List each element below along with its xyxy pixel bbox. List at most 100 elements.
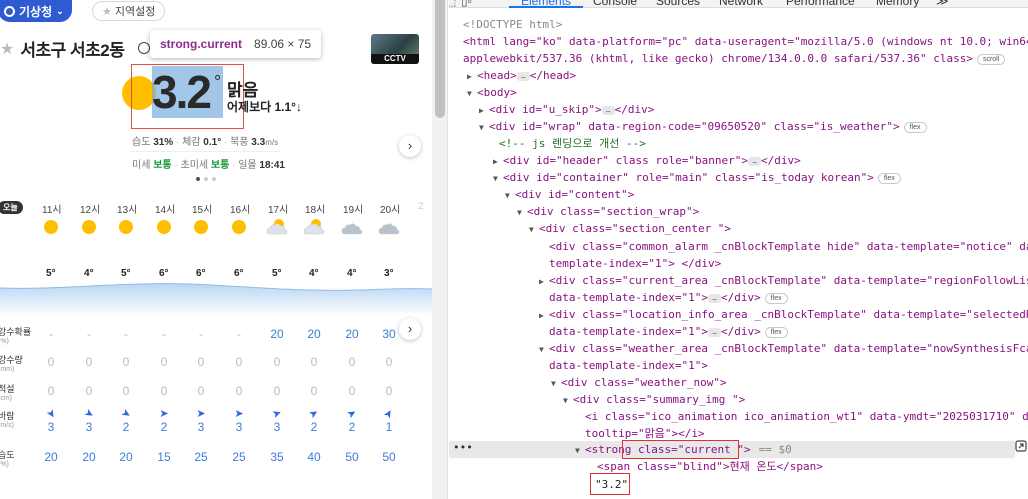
row-value: 50 (382, 450, 396, 464)
dom-weather-now-text: <div class="weather_now"> (561, 376, 727, 389)
next-arrow-button[interactable]: › (399, 135, 421, 157)
dom-div-close: </div> (720, 325, 761, 338)
hour-label: 18시 (305, 205, 326, 216)
collapse-triangle-icon[interactable]: ▼ (467, 85, 477, 102)
more-tabs-icon[interactable]: ≫ (936, 0, 949, 8)
current-location-icon[interactable] (138, 42, 150, 54)
wind-direction-label: 북풍 (230, 137, 249, 148)
dom-ico-text: <i class="ico_animation ico_animation_wt… (585, 410, 1028, 423)
row-value: 3 (197, 420, 205, 434)
device-toggle-icon[interactable]: ▯▫ (461, 0, 472, 8)
row-value: - (162, 327, 166, 341)
collapse-triangle-icon[interactable]: ▼ (551, 375, 561, 392)
dom-ico[interactable]: <i class="ico_animation ico_animation_wt… (585, 408, 1028, 425)
scroll-to-node-icon[interactable] (1015, 440, 1028, 458)
hour-temperature: 5° (46, 268, 56, 279)
hour-label: 11시 (42, 205, 62, 216)
inspect-tooltip: strong.current 89.06 × 75 (150, 30, 322, 58)
collapse-triangle-icon[interactable]: ▼ (479, 119, 489, 136)
hour-label: 13시 (117, 205, 138, 216)
dom-location-info[interactable]: ▶ <div class="location_info_area _cnBlock… (539, 306, 1028, 323)
tab-memory[interactable]: Memory (876, 0, 919, 8)
collapse-triangle-icon[interactable]: ▼ (529, 221, 539, 238)
expand-triangle-icon[interactable]: ▶ (539, 307, 549, 324)
hour-temperature: 6° (196, 268, 206, 279)
region-setting-label: 지역설정 (114, 6, 156, 18)
collapse-triangle-icon[interactable]: ▼ (575, 442, 585, 459)
dom-common-alarm[interactable]: <div class="common_alarm _cnBlockTemplat… (549, 238, 1028, 255)
collapse-triangle-icon[interactable]: ▼ (517, 204, 527, 221)
devtools-panel: ⬚ ▯▫ Elements Console Sources Network Pe… (449, 0, 1028, 499)
dom-head-close: </head> (529, 69, 577, 82)
dom-head[interactable]: ▶ <head>… </head> (467, 67, 576, 84)
row-value: - (87, 327, 91, 341)
node-actions-ellipsis[interactable]: ••• (453, 441, 473, 454)
collapse-triangle-icon[interactable]: ▼ (505, 187, 515, 204)
collapse-triangle-icon[interactable]: ▼ (493, 170, 503, 187)
row-value: 25 (232, 450, 246, 464)
dom-summary-img[interactable]: ▼ <div class="summary_img "> (563, 391, 745, 408)
dom-weather-area[interactable]: ▼ <div class="weather_area _cnBlockTempla… (539, 340, 1028, 357)
wind-direction-icon: ➤ (345, 406, 359, 422)
scroll-badge[interactable]: scroll (976, 54, 1006, 65)
collapsed-dots[interactable]: … (516, 72, 530, 81)
dom-u-skip[interactable]: ▶ <div id="u_skip">… </div> (479, 101, 654, 118)
dom-current-area-text-2: data-template-index="1"> (549, 291, 708, 304)
pager-dot[interactable] (196, 177, 200, 181)
collapsed-dots[interactable]: … (707, 294, 721, 303)
collapse-triangle-icon[interactable]: ▼ (563, 392, 573, 409)
dom-container[interactable]: ▼ <div id="container" role="main" class="… (493, 169, 901, 186)
row-value: 15 (157, 450, 171, 464)
dom-content[interactable]: ▼ <div id="content"> (505, 186, 634, 203)
dom-wrap[interactable]: ▼ <div id="wrap" data-region-code="096505… (479, 118, 927, 135)
dom-comment-text: <!-- js 렌딩으로 개선 --> (499, 137, 646, 150)
dom-location-info-text-2: data-template-index="1"> (549, 325, 708, 338)
tab-console[interactable]: Console (593, 0, 637, 8)
dom-common-alarm-2: template-index="1"> </div> (549, 255, 721, 272)
row-value: 20 (345, 327, 359, 341)
row-value: 20 (119, 450, 133, 464)
collapse-triangle-icon[interactable]: ▼ (539, 341, 549, 358)
row-value: 0 (235, 355, 243, 369)
dom-current-area[interactable]: ▶ <div class="current_area _cnBlockTempla… (539, 272, 1028, 289)
row-label: 강수량 (0, 355, 23, 365)
row-value: - (49, 327, 53, 341)
flex-badge[interactable]: flex (903, 122, 927, 133)
expand-triangle-icon[interactable]: ▶ (539, 273, 549, 290)
pager-dot[interactable] (212, 177, 216, 181)
dom-section-wrap[interactable]: ▼ <div class="section_wrap"> (517, 203, 699, 220)
dom-span-blind[interactable]: <span class="blind">현재 온도</span> (597, 458, 823, 475)
dom-header[interactable]: ▶ <div id="header" class role="banner">… <… (493, 152, 801, 169)
today-badge: 오늘 (0, 201, 23, 214)
expand-triangle-icon[interactable]: ▶ (479, 102, 489, 119)
collapsed-dots[interactable]: … (707, 328, 721, 337)
dom-html-open[interactable]: <html lang="ko" data-platform="pc" data-… (463, 33, 1028, 50)
pager-dot[interactable] (204, 177, 208, 181)
tab-network[interactable]: Network (719, 0, 763, 8)
cctv-thumbnail[interactable]: CCTV (371, 34, 419, 64)
dom-comment[interactable]: <!-- js 렌딩으로 개선 --> (499, 135, 646, 152)
dom-body[interactable]: ▼ <body> (467, 84, 517, 101)
dom-weather-now[interactable]: ▼ <div class="weather_now"> (551, 374, 727, 391)
tab-performance[interactable]: Performance (786, 0, 855, 8)
row-value: 20 (44, 450, 58, 464)
dom-section-center[interactable]: ▼ <div class="section_center "> (529, 220, 731, 237)
collapsed-dots[interactable]: … (601, 106, 615, 115)
dom-section-center-text: <div class="section_center "> (539, 222, 732, 235)
flex-badge[interactable]: flex (764, 327, 788, 338)
row-unit: (mm) (0, 366, 15, 373)
expand-triangle-icon[interactable]: ▶ (493, 153, 503, 170)
summary-pager[interactable] (196, 177, 216, 181)
agency-button[interactable]: 기상청 ⌄ (0, 0, 72, 22)
flex-badge[interactable]: flex (764, 293, 788, 304)
flex-badge[interactable]: flex (877, 173, 901, 184)
page-scrollbar-thumb[interactable] (435, 0, 445, 118)
inspect-icon[interactable]: ⬚ (449, 0, 456, 8)
collapsed-dots[interactable]: … (748, 157, 762, 166)
favorite-star-icon[interactable]: ★ (0, 39, 14, 59)
tab-sources[interactable]: Sources (656, 0, 700, 8)
agency-icon (4, 5, 15, 17)
region-setting-button[interactable]: ★ 지역설정 (92, 1, 166, 21)
expand-triangle-icon[interactable]: ▶ (467, 68, 477, 85)
row-value: 30 (382, 327, 396, 341)
